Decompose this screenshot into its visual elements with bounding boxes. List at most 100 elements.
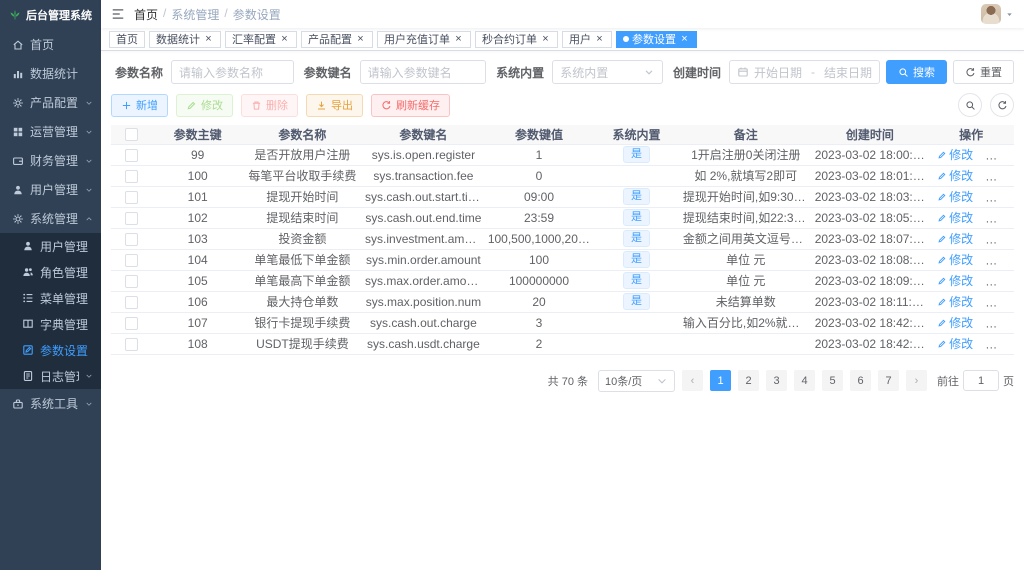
param-key-input[interactable]: 请输入参数键名 bbox=[360, 60, 487, 84]
add-button[interactable]: 新增 bbox=[111, 94, 168, 117]
page-button[interactable]: 5 bbox=[822, 370, 843, 391]
row-edit-link[interactable]: 修改 bbox=[937, 293, 973, 310]
sidebar-subitem[interactable]: 参数设置 bbox=[0, 337, 101, 363]
sidebar-item[interactable]: 运营管理 bbox=[0, 117, 101, 146]
sidebar-item[interactable]: 系统管理 bbox=[0, 204, 101, 233]
sidebar-subitem[interactable]: 字典管理 bbox=[0, 311, 101, 337]
reset-button[interactable]: 重置 bbox=[953, 60, 1014, 84]
select-all-checkbox[interactable] bbox=[125, 128, 138, 141]
date-range-picker[interactable]: 开始日期 - 结束日期 bbox=[729, 60, 880, 84]
row-edit-link[interactable]: 修改 bbox=[937, 146, 973, 163]
page-button[interactable]: 2 bbox=[738, 370, 759, 391]
caret-down-icon[interactable] bbox=[1005, 10, 1014, 19]
row-checkbox[interactable] bbox=[125, 338, 138, 351]
page-size-select[interactable]: 10条/页 bbox=[598, 370, 675, 392]
tab-close-icon[interactable]: × bbox=[679, 34, 690, 45]
refresh-table-button[interactable] bbox=[990, 93, 1014, 117]
page-button[interactable]: 1 bbox=[710, 370, 731, 391]
row-checkbox[interactable] bbox=[125, 317, 138, 330]
sidebar-subitem[interactable]: 角色管理 bbox=[0, 259, 101, 285]
view-tab[interactable]: 秒合约订单× bbox=[475, 31, 558, 48]
view-tab[interactable]: 数据统计× bbox=[149, 31, 221, 48]
created-cell: 2023-03-02 18:03:58 bbox=[812, 186, 928, 207]
refresh-cache-button[interactable]: 刷新缓存 bbox=[371, 94, 450, 117]
view-tab[interactable]: 产品配置× bbox=[301, 31, 373, 48]
sidebar-subitem[interactable]: 用户管理 bbox=[0, 233, 101, 259]
row-edit-link[interactable]: 修改 bbox=[937, 272, 973, 289]
avatar[interactable] bbox=[981, 4, 1001, 24]
row-edit-link[interactable]: 修改 bbox=[937, 230, 973, 247]
refresh-icon bbox=[965, 67, 976, 78]
sidebar-item[interactable]: 首页 bbox=[0, 30, 101, 59]
tab-close-icon[interactable]: × bbox=[594, 34, 605, 45]
row-edit-link[interactable]: 修改 bbox=[937, 209, 973, 226]
edit-button[interactable]: 修改 bbox=[176, 94, 233, 117]
builtin-select[interactable]: 系统内置 bbox=[552, 60, 663, 84]
breadcrumb-item[interactable]: 参数设置 bbox=[233, 6, 281, 23]
edit-pen-icon bbox=[937, 234, 947, 244]
view-tab[interactable]: 汇率配置× bbox=[225, 31, 297, 48]
row-checkbox[interactable] bbox=[125, 254, 138, 267]
goto-page-input[interactable] bbox=[963, 370, 999, 391]
sidebar-item[interactable]: 数据统计 bbox=[0, 59, 101, 88]
param-key-cell: sys.is.open.register bbox=[362, 144, 485, 165]
sidebar-item[interactable]: 产品配置 bbox=[0, 88, 101, 117]
row-actions-cell: 修改删除 bbox=[928, 270, 1014, 291]
download-icon bbox=[316, 100, 327, 111]
delete-button[interactable]: 删除 bbox=[241, 94, 298, 117]
remark-cell: 1开启注册0关闭注册 bbox=[680, 144, 812, 165]
page-button[interactable]: 6 bbox=[850, 370, 871, 391]
sidebar-item[interactable]: 财务管理 bbox=[0, 146, 101, 175]
page-button[interactable]: 7 bbox=[878, 370, 899, 391]
tab-close-icon[interactable]: × bbox=[540, 34, 551, 45]
row-checkbox[interactable] bbox=[125, 170, 138, 183]
column-header: 创建时间 bbox=[812, 125, 928, 144]
chevron-down-icon bbox=[85, 372, 93, 380]
view-tab[interactable]: 用户× bbox=[562, 31, 612, 48]
tab-close-icon[interactable]: × bbox=[453, 34, 464, 45]
tab-close-icon[interactable]: × bbox=[355, 34, 366, 45]
search-button[interactable]: 搜索 bbox=[886, 60, 947, 84]
builtin-label: 系统内置 bbox=[496, 64, 544, 81]
sidebar-subitem[interactable]: 菜单管理 bbox=[0, 285, 101, 311]
view-tab[interactable]: 参数设置× bbox=[616, 31, 697, 48]
param-id-cell: 102 bbox=[153, 207, 243, 228]
created-cell: 2023-03-02 18:09:42 bbox=[812, 270, 928, 291]
page-button[interactable]: 3 bbox=[766, 370, 787, 391]
row-checkbox[interactable] bbox=[125, 296, 138, 309]
page-unit-label: 页 bbox=[1003, 373, 1014, 389]
row-checkbox[interactable] bbox=[125, 149, 138, 162]
app-window: 后台管理系统 首页数据统计产品配置运营管理财务管理用户管理系统管理用户管理角色管… bbox=[0, 0, 1024, 570]
row-edit-link[interactable]: 修改 bbox=[937, 314, 973, 331]
hamburger-icon[interactable] bbox=[111, 7, 125, 21]
next-page-button[interactable]: › bbox=[906, 370, 927, 391]
row-edit-link[interactable]: 修改 bbox=[937, 167, 973, 184]
row-checkbox[interactable] bbox=[125, 275, 138, 288]
tab-close-icon[interactable]: × bbox=[279, 34, 290, 45]
breadcrumb-item[interactable]: 首页 bbox=[134, 6, 158, 23]
row-edit-link[interactable]: 修改 bbox=[937, 188, 973, 205]
prev-page-button[interactable]: ‹ bbox=[682, 370, 703, 391]
page-button[interactable]: 4 bbox=[794, 370, 815, 391]
toggle-search-button[interactable] bbox=[958, 93, 982, 117]
sidebar-item[interactable]: 用户管理 bbox=[0, 175, 101, 204]
date-separator: - bbox=[811, 65, 815, 79]
sidebar-subitem[interactable]: 日志管理 bbox=[0, 363, 101, 389]
view-tab[interactable]: 首页 bbox=[109, 31, 145, 48]
sidebar-item[interactable]: 系统工具 bbox=[0, 389, 101, 418]
row-checkbox[interactable] bbox=[125, 191, 138, 204]
builtin-cell bbox=[593, 333, 680, 354]
param-name-input[interactable]: 请输入参数名称 bbox=[171, 60, 294, 84]
param-key-cell: sys.min.order.amount bbox=[362, 249, 485, 270]
table-toolbar: 新增 修改 删除 导出 刷新缓存 bbox=[111, 93, 1014, 117]
param-key-cell: sys.investment.amount bbox=[362, 228, 485, 249]
view-tab[interactable]: 用户充值订单× bbox=[377, 31, 471, 48]
export-button[interactable]: 导出 bbox=[306, 94, 363, 117]
row-checkbox[interactable] bbox=[125, 233, 138, 246]
row-edit-link[interactable]: 修改 bbox=[937, 335, 973, 352]
row-checkbox[interactable] bbox=[125, 212, 138, 225]
breadcrumb-item[interactable]: 系统管理 bbox=[171, 6, 219, 23]
row-edit-link[interactable]: 修改 bbox=[937, 251, 973, 268]
tab-close-icon[interactable]: × bbox=[203, 34, 214, 45]
wallet-icon bbox=[12, 155, 24, 167]
